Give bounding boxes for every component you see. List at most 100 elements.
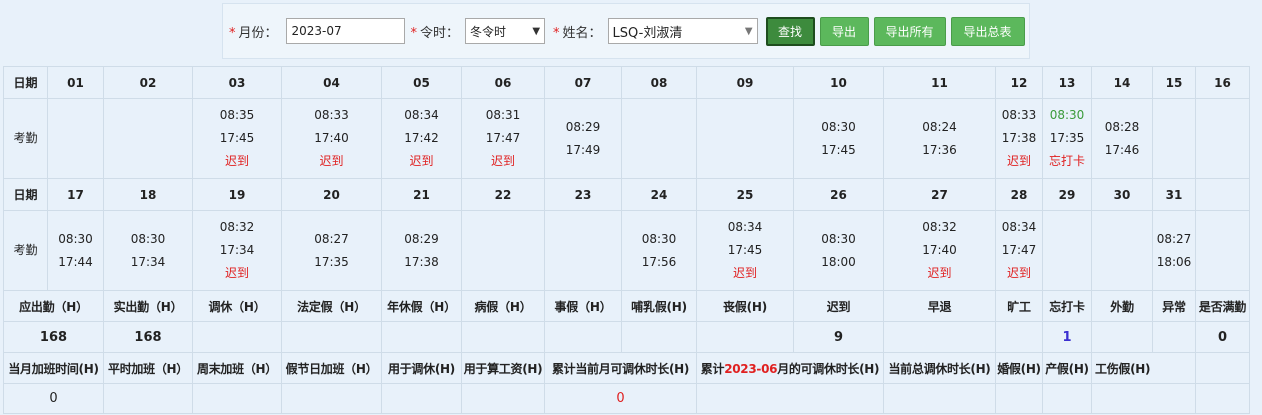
overtime-header: 工伤假(H) bbox=[1091, 352, 1196, 384]
clock-in-time: 08:27 bbox=[1156, 231, 1192, 246]
day-cell: 21 bbox=[381, 178, 462, 211]
clock-in-time: 08:35 bbox=[219, 108, 255, 122]
clock-in-time: 08:34 bbox=[404, 108, 439, 122]
clock-out-time: 17:35 bbox=[314, 254, 349, 269]
day-cell: 18 bbox=[103, 178, 193, 211]
day-cell: 16 bbox=[1195, 66, 1250, 99]
clock-in-time: 08:31 bbox=[485, 108, 521, 122]
summary-value bbox=[883, 321, 996, 353]
summary-header: 调休（H） bbox=[192, 290, 282, 322]
overtime-value bbox=[1042, 383, 1092, 414]
week1-attendance-row: 考勤 08:35 17:45 迟到 08:33 17:40 迟到 08:34 17:42 迟到 0… bbox=[3, 98, 1250, 179]
attendance-table: 日期 01 02 03 04 05 06 07 08 09 10 11 12 1… bbox=[3, 66, 1250, 414]
day-cell: 23 bbox=[544, 178, 622, 211]
search-button[interactable]: 查找 bbox=[765, 16, 815, 46]
overtime-header: 当前总调休时长(H) bbox=[883, 352, 996, 384]
clock-in-time: 08:29 bbox=[565, 119, 601, 134]
clock-out-time: 17:45 bbox=[821, 142, 856, 157]
overtime-header: 用于调休(H) bbox=[381, 352, 462, 384]
overtime-value bbox=[103, 383, 193, 414]
name-select[interactable]: LSQ-刘淑清 ▼ bbox=[607, 18, 758, 44]
week1-date-row: 日期 01 02 03 04 05 06 07 08 09 10 11 12 1… bbox=[3, 66, 1250, 99]
summary-value: 168 bbox=[103, 321, 193, 353]
overtime-value bbox=[995, 383, 1043, 414]
summary-value bbox=[621, 321, 697, 353]
attendance-cell bbox=[1195, 210, 1250, 291]
overtime-header-prev-month: 累计2023-06月的可调休时长(H) bbox=[696, 352, 884, 384]
overtime-header: 婚假(H) bbox=[995, 352, 1043, 384]
status-note: 迟到 bbox=[409, 154, 434, 168]
summary-value-forgot: 1 bbox=[1042, 321, 1092, 353]
summary-value bbox=[461, 321, 545, 353]
export-all-button[interactable]: 导出所有 bbox=[873, 16, 946, 46]
day-cell: 25 bbox=[696, 178, 794, 211]
overtime-header: 累计当前月可调休时长(H) bbox=[544, 352, 697, 384]
day-cell: 13 bbox=[1042, 66, 1092, 99]
clock-in-time: 08:30 bbox=[58, 231, 93, 246]
summary-value bbox=[544, 321, 622, 353]
clock-in-time: 08:24 bbox=[922, 119, 957, 134]
month-input[interactable]: 2023-07 bbox=[285, 18, 405, 44]
clock-out-time: 18:06 bbox=[1156, 254, 1192, 269]
clock-out-time: 17:38 bbox=[404, 254, 439, 269]
day-cell: 27 bbox=[883, 178, 996, 211]
attendance-cell bbox=[696, 98, 794, 179]
summary-header: 迟到 bbox=[793, 290, 884, 322]
day-cell: 26 bbox=[793, 178, 884, 211]
day-cell: 17 bbox=[47, 178, 104, 211]
clock-out-time: 18:00 bbox=[821, 254, 856, 269]
attendance-cell: 08:31 17:47 迟到 bbox=[461, 98, 545, 179]
overtime-value bbox=[1091, 383, 1196, 414]
clock-out-time: 17:35 bbox=[1049, 131, 1085, 145]
attendance-cell: 08:24 17:36 bbox=[883, 98, 996, 179]
summary-header: 实出勤（H） bbox=[103, 290, 193, 322]
attendance-cell: 08:27 18:06 bbox=[1152, 210, 1196, 291]
day-cell: 14 bbox=[1091, 66, 1153, 99]
summary-value bbox=[281, 321, 382, 353]
summary-header: 法定假（H） bbox=[281, 290, 382, 322]
attendance-cell: 08:34 17:47 迟到 bbox=[995, 210, 1043, 291]
attendance-cell: 08:33 17:40 迟到 bbox=[281, 98, 382, 179]
clock-out-time: 17:38 bbox=[1001, 131, 1037, 145]
attendance-cell: 08:30 17:34 bbox=[103, 210, 193, 291]
attendance-cell: 08:30 18:00 bbox=[793, 210, 884, 291]
clock-out-time: 17:45 bbox=[727, 243, 763, 257]
clock-out-time: 17:56 bbox=[641, 254, 677, 269]
attendance-cell: 08:27 17:35 bbox=[281, 210, 382, 291]
summary-value bbox=[1152, 321, 1196, 353]
export-summary-button[interactable]: 导出总表 bbox=[950, 16, 1025, 46]
summary-value bbox=[1091, 321, 1153, 353]
date-label: 日期 bbox=[3, 178, 48, 211]
summary-header: 丧假(H) bbox=[696, 290, 794, 322]
attendance-cell: 08:30 17:45 bbox=[793, 98, 884, 179]
status-note: 迟到 bbox=[224, 266, 249, 280]
clock-out-time: 17:47 bbox=[1001, 243, 1037, 257]
day-cell: 22 bbox=[461, 178, 545, 211]
clock-out-time: 17:46 bbox=[1104, 142, 1140, 157]
summary-header: 外勤 bbox=[1091, 290, 1153, 322]
attendance-cell: 08:32 17:34 迟到 bbox=[192, 210, 282, 291]
name-label: * 姓名： bbox=[553, 25, 602, 41]
attendance-cell bbox=[621, 98, 697, 179]
summary-value-late: 9 bbox=[793, 321, 884, 353]
day-cell: 04 bbox=[281, 66, 382, 99]
status-note: 迟到 bbox=[319, 154, 344, 168]
attendance-cell bbox=[103, 98, 193, 179]
clock-out-time: 17:45 bbox=[219, 131, 255, 145]
clock-out-time: 17:49 bbox=[565, 142, 601, 157]
overtime-header: 周末加班（H） bbox=[192, 352, 282, 384]
overtime-value bbox=[461, 383, 545, 414]
summary-header-row: 应出勤（H） 实出勤（H） 调休（H） 法定假（H） 年休假（H） 病假（H） … bbox=[3, 290, 1250, 322]
summary-value: 168 bbox=[3, 321, 104, 353]
summary-value bbox=[995, 321, 1043, 353]
season-label: * 令时： bbox=[410, 25, 460, 41]
clock-in-time: 08:30 bbox=[821, 231, 856, 246]
export-button[interactable]: 导出 bbox=[819, 16, 869, 46]
season-select[interactable]: 冬令时 ▼ bbox=[465, 18, 546, 44]
day-cell: 28 bbox=[995, 178, 1043, 211]
clock-out-time: 17:42 bbox=[404, 131, 439, 145]
attendance-cell: 08:28 17:46 bbox=[1091, 98, 1153, 179]
overtime-value bbox=[883, 383, 996, 414]
chevron-down-icon: ▼ bbox=[532, 25, 541, 37]
summary-header: 是否满勤 bbox=[1195, 290, 1250, 322]
